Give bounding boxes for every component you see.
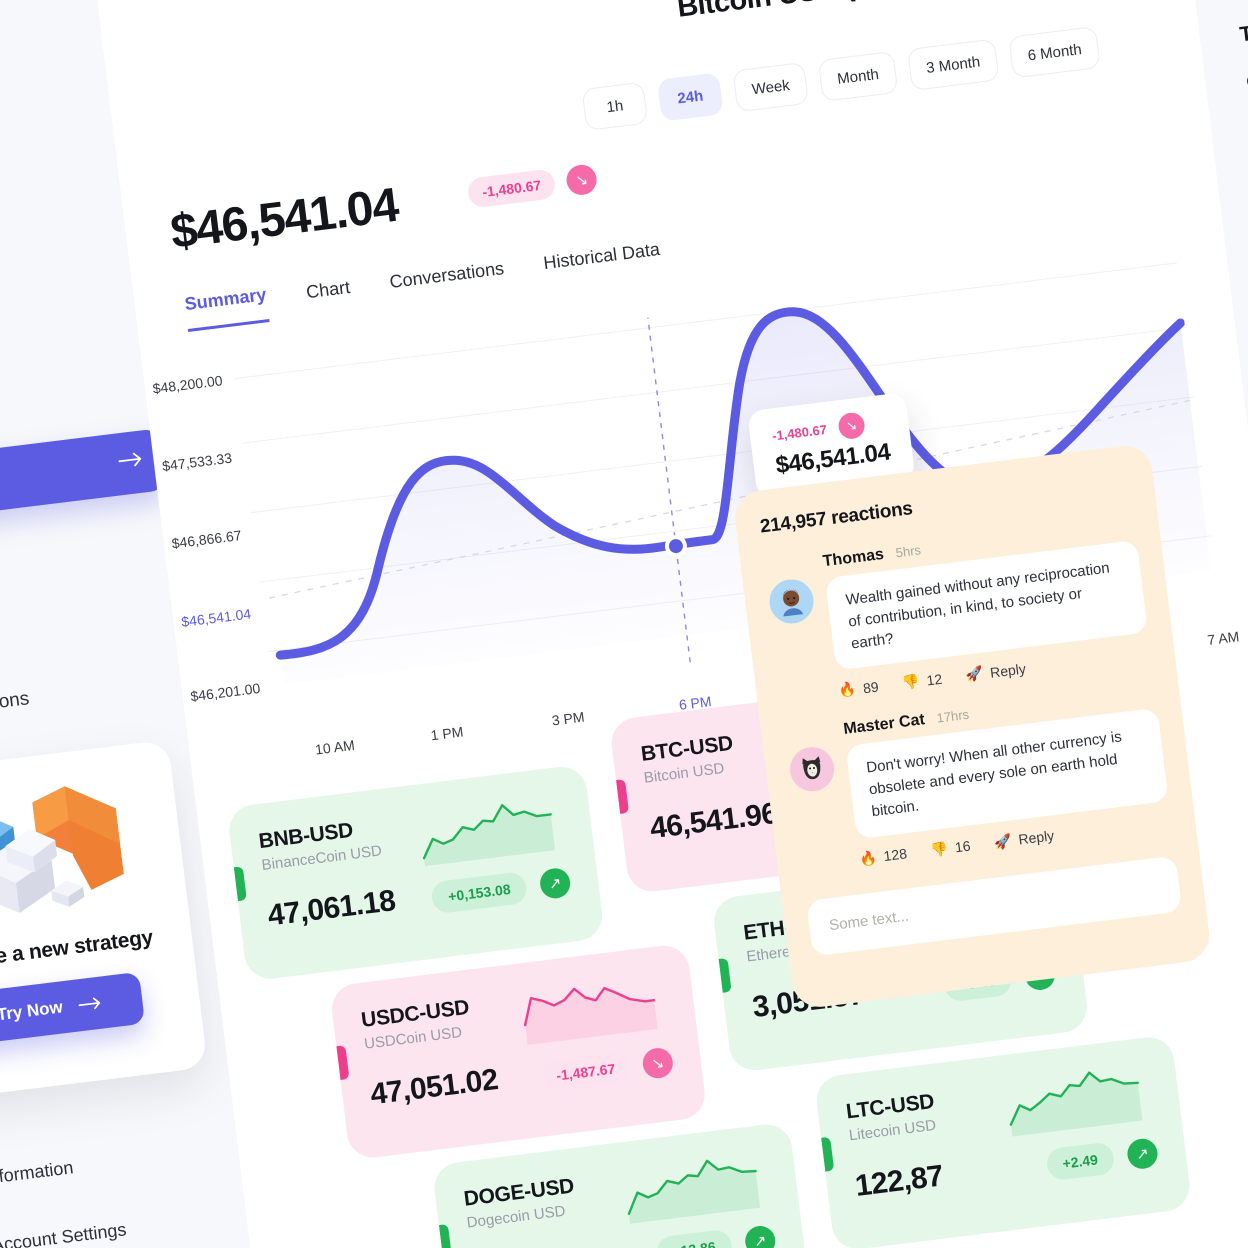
fire-count: 128 bbox=[882, 845, 908, 865]
comment-time: 5hrs bbox=[894, 542, 922, 561]
reply-label: Reply bbox=[989, 660, 1027, 681]
range-1h[interactable]: 1h bbox=[581, 81, 649, 131]
tab-chart[interactable]: Chart bbox=[305, 277, 353, 317]
status-tick bbox=[718, 957, 732, 993]
sidebar-item-label: Account Settings bbox=[0, 1218, 128, 1248]
thumbsdown-reaction[interactable]: 👎 12 bbox=[901, 670, 943, 692]
y-axis-label: $46,201.00 bbox=[189, 679, 262, 705]
status-tick bbox=[438, 1223, 452, 1248]
status-tick bbox=[336, 1045, 350, 1080]
range-month[interactable]: Month bbox=[817, 50, 899, 102]
range-selector: 1h 24h Week Month 3 Month 6 Month bbox=[581, 26, 1101, 131]
fire-reaction[interactable]: 🔥 89 bbox=[838, 678, 880, 700]
thumbsdown-count: 16 bbox=[953, 837, 972, 856]
coin-change-group: +2.49 ↗ bbox=[1044, 1136, 1160, 1182]
thumbsdown-reaction[interactable]: 👎 16 bbox=[930, 837, 972, 859]
screenshot-canvas: MetaMask Dashboard bbox=[0, 0, 1248, 1248]
rocket-icon: 🚀 bbox=[964, 664, 985, 683]
avatar bbox=[767, 576, 817, 626]
range-week[interactable]: Week bbox=[732, 61, 810, 113]
arrow-down-right-icon: ↘ bbox=[837, 411, 867, 441]
fire-icon: 🔥 bbox=[858, 848, 878, 867]
fire-reaction[interactable]: 🔥 128 bbox=[858, 845, 908, 868]
sparkline-up bbox=[415, 789, 566, 868]
status-tick bbox=[233, 866, 247, 902]
page-title: $46,541.04 bbox=[167, 178, 401, 260]
price-change-group: -1,480.67 ↘ bbox=[466, 163, 599, 209]
coin-card-bnb[interactable]: BNB-USD BinanceCoin USD 47,061.18 +0,153… bbox=[226, 763, 606, 982]
x-axis-label: 1 PM bbox=[429, 723, 465, 744]
coin-change-group: -1,487.67 ↘ bbox=[540, 1046, 675, 1093]
tab-historical-data[interactable]: Historical Data bbox=[542, 239, 662, 288]
reply-label: Reply bbox=[1017, 827, 1055, 848]
y-axis-label: $48,200.00 bbox=[151, 372, 224, 397]
coin-card-ltc[interactable]: LTC-USD Litecoin USD 122,87 +2.49 ↗ bbox=[813, 1034, 1193, 1248]
y-axis-label-highlight: $46,541.04 bbox=[180, 605, 252, 630]
range-24h[interactable]: 24h bbox=[656, 72, 724, 122]
rocket-icon: 🚀 bbox=[993, 831, 1013, 850]
comment-author: Master Cat bbox=[842, 711, 926, 739]
chart-title: Bitcoin USD (BTC-USD) bbox=[675, 0, 990, 25]
comment-input[interactable]: Some text... bbox=[806, 855, 1183, 956]
content-tabs: Summary Chart Conversations Historical D… bbox=[183, 236, 663, 332]
sidebar-footer-nav: Information 1 Account Settings bbox=[0, 1118, 298, 1248]
tab-summary[interactable]: Summary bbox=[183, 284, 270, 332]
isometric-blocks-illustration bbox=[0, 772, 150, 948]
thumbs-down-icon: 👎 bbox=[929, 839, 949, 858]
comment-body: Master Cat 17hrs Don't worry! When all o… bbox=[843, 683, 1173, 867]
arrow-up-right-icon: ↗ bbox=[1125, 1137, 1160, 1171]
arrow-up-right-icon: ↗ bbox=[743, 1224, 777, 1248]
arrow-right-icon bbox=[116, 449, 144, 470]
sidebar-item-label: Notifications bbox=[0, 688, 31, 722]
comment-body: Thomas 5hrs Wealth gained without any re… bbox=[822, 515, 1152, 699]
y-axis-label: $46,866.67 bbox=[170, 527, 243, 552]
comment-item: Master Cat 17hrs Don't worry! When all o… bbox=[785, 683, 1172, 874]
thumbs-down-icon: 👎 bbox=[901, 672, 921, 691]
try-now-label: Try Now bbox=[0, 997, 64, 1025]
try-now-button[interactable]: Try Now bbox=[0, 971, 145, 1047]
comment-item: Thomas 5hrs Wealth gained without any re… bbox=[764, 515, 1151, 706]
arrow-down-right-icon: ↘ bbox=[641, 1046, 675, 1080]
tab-conversations[interactable]: Conversations bbox=[388, 258, 506, 307]
arrow-up-right-icon: ↗ bbox=[538, 866, 572, 901]
x-axis-label: 10 AM bbox=[314, 736, 356, 758]
y-axis-label: $47,533.33 bbox=[161, 449, 233, 475]
coin-change-badge: +2.49 bbox=[1044, 1141, 1116, 1182]
reply-action[interactable]: 🚀 Reply bbox=[965, 660, 1027, 684]
range-6-month[interactable]: 6 Month bbox=[1008, 26, 1101, 79]
fire-count: 89 bbox=[862, 678, 880, 697]
x-axis-label: 3 PM bbox=[550, 708, 586, 729]
price-change-badge: -1,480.67 bbox=[466, 168, 557, 209]
comment-time: 17hrs bbox=[935, 706, 970, 726]
avatar bbox=[787, 744, 837, 794]
sidebar-item-label: Information bbox=[0, 1156, 75, 1188]
status-tick bbox=[616, 779, 630, 814]
x-axis-label: 7 AM bbox=[1206, 628, 1241, 648]
total-balance-value: $267 bbox=[1243, 53, 1248, 114]
thumbsdown-count: 12 bbox=[925, 670, 944, 689]
sparkline-up bbox=[620, 1147, 771, 1226]
fire-icon: 🔥 bbox=[837, 680, 858, 699]
status-tick bbox=[821, 1136, 835, 1172]
coin-card-usdc[interactable]: USDC-USD USDCoin USD 47,051.02 -1,487.67… bbox=[329, 942, 708, 1161]
sparkline-down bbox=[517, 968, 668, 1047]
sparkline-up bbox=[1002, 1060, 1153, 1139]
tooltip-change: -1,480.67 bbox=[771, 421, 828, 444]
arrow-right-icon bbox=[78, 996, 104, 1013]
dashboard-app: MetaMask Dashboard bbox=[0, 0, 1248, 1248]
comment-input-placeholder: Some text... bbox=[828, 907, 910, 935]
range-3-month[interactable]: 3 Month bbox=[906, 38, 1000, 91]
comment-author: Thomas bbox=[821, 545, 885, 571]
conversation-panel: 214,957 reactions Thomas 5hrs Wealth gai… bbox=[731, 442, 1213, 1011]
total-balance-label: Total balance bbox=[1238, 8, 1248, 47]
coin-change-group: +0,153.08 ↗ bbox=[430, 866, 572, 915]
reply-action[interactable]: 🚀 Reply bbox=[993, 827, 1055, 851]
arrow-down-right-icon: ↘ bbox=[565, 163, 599, 197]
